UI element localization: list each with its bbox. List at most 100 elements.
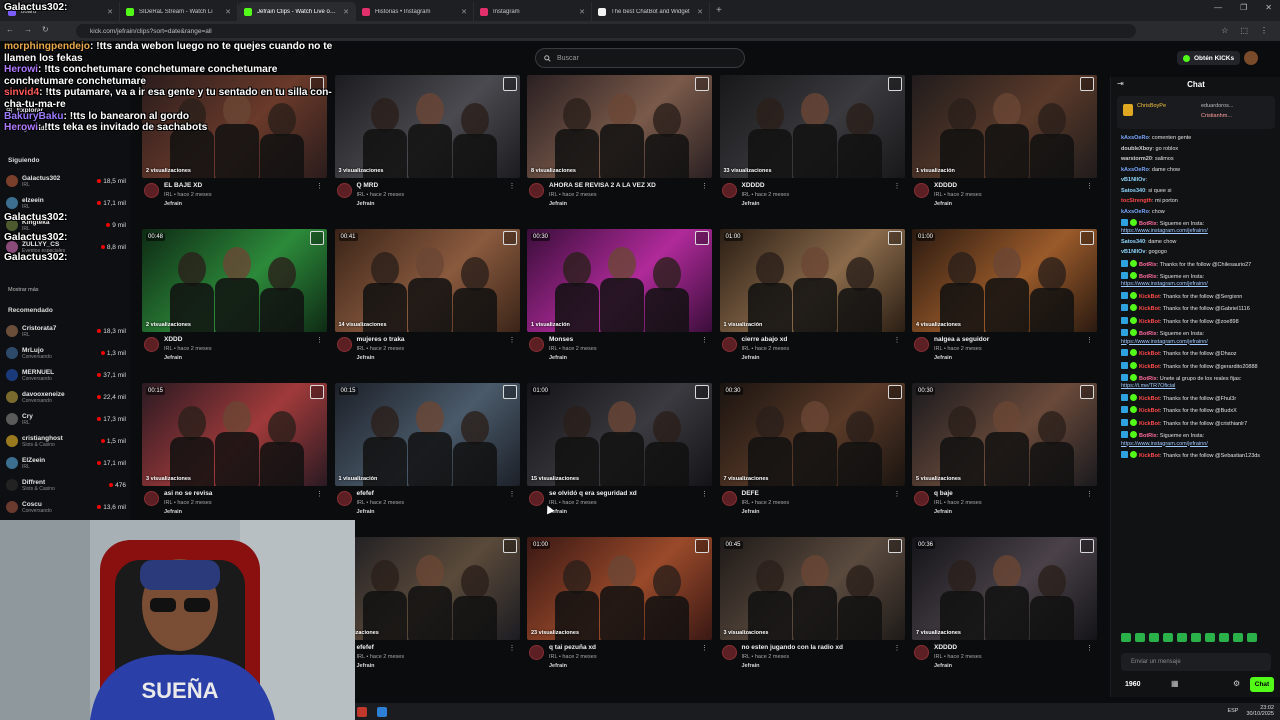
streamer-avatar[interactable] bbox=[721, 183, 737, 198]
sidebar-channel[interactable]: Coscu Conversando 13,6 mil bbox=[6, 498, 126, 516]
clip-title[interactable]: efefef bbox=[357, 644, 374, 651]
clip-more-options-icon[interactable]: ⋮ bbox=[894, 644, 901, 652]
clip-card[interactable]: 00:30 5 visualizaciones q baje IRL • hace 2… bbox=[912, 383, 1097, 523]
new-tab-button[interactable]: + bbox=[716, 5, 722, 16]
clip-select-checkbox[interactable] bbox=[887, 385, 902, 399]
browser-tab[interactable]: Jefrain Clips - Watch Live on K ✕ bbox=[238, 2, 356, 21]
clip-card[interactable]: 01:00 23 visualizaciones q tai pezuña xd IR… bbox=[527, 537, 712, 677]
chat-username[interactable]: KickBot bbox=[1139, 294, 1160, 300]
clip-author[interactable]: Jefrain bbox=[742, 663, 760, 669]
clip-author[interactable]: Jefrain bbox=[357, 201, 375, 207]
chat-username[interactable]: kAxsOeRo bbox=[1121, 135, 1149, 141]
chat-username[interactable]: BotRix bbox=[1139, 262, 1157, 268]
clip-select-checkbox[interactable] bbox=[887, 231, 902, 245]
chat-input[interactable]: Enviar un mensaje bbox=[1121, 653, 1271, 671]
clip-author[interactable]: Jefrain bbox=[357, 509, 375, 515]
streamer-avatar[interactable] bbox=[336, 337, 352, 352]
chat-username[interactable]: BotRix bbox=[1139, 376, 1157, 382]
sidebar-channel[interactable]: davooxeneize Conversando 22,4 mil bbox=[6, 388, 126, 406]
clip-select-checkbox[interactable] bbox=[887, 77, 902, 91]
chat-username[interactable]: KickBot bbox=[1139, 364, 1160, 370]
streamer-avatar[interactable] bbox=[914, 645, 929, 660]
streamer-avatar[interactable] bbox=[336, 491, 352, 506]
minimize-button[interactable]: — bbox=[1214, 3, 1222, 12]
sidebar-channel[interactable]: Cristorata7 IRL 18,3 mil bbox=[6, 322, 126, 340]
clip-more-options-icon[interactable]: ⋮ bbox=[701, 336, 708, 344]
clip-thumbnail[interactable]: 01:00 15 visualizaciones bbox=[527, 383, 712, 486]
chat-username[interactable]: Satos340 bbox=[1121, 188, 1145, 194]
clip-more-options-icon[interactable]: ⋮ bbox=[894, 336, 901, 344]
sidebar-channel[interactable]: ElZeein IRL 17,1 mil bbox=[6, 454, 126, 472]
streamer-avatar[interactable] bbox=[721, 337, 737, 352]
clip-more-options-icon[interactable]: ⋮ bbox=[1086, 490, 1093, 498]
chat-username[interactable]: kAxsOeRo bbox=[1121, 209, 1149, 215]
clip-card[interactable]: 8 visualizaciones AHORA SE REVISA 2 A LA … bbox=[527, 75, 712, 215]
browser-tab[interactable]: The best ChatBot and Widget ✕ bbox=[592, 2, 710, 21]
clip-title[interactable]: XDDDD bbox=[742, 182, 765, 189]
clip-more-options-icon[interactable]: ⋮ bbox=[701, 490, 708, 498]
clip-select-checkbox[interactable] bbox=[502, 231, 517, 245]
chat-link[interactable]: https://www.instagram.com/jefrainn/ bbox=[1121, 339, 1208, 345]
clip-select-checkbox[interactable] bbox=[887, 539, 902, 553]
clip-more-options-icon[interactable]: ⋮ bbox=[1086, 336, 1093, 344]
clip-more-options-icon[interactable]: ⋮ bbox=[701, 644, 708, 652]
browser-tab[interactable]: Historias • Instagram ✕ bbox=[356, 2, 474, 21]
sidebar-channel[interactable]: Cry IRL 17,3 mil bbox=[6, 410, 126, 428]
clip-more-options-icon[interactable]: ⋮ bbox=[701, 182, 708, 190]
clip-select-checkbox[interactable] bbox=[502, 539, 517, 553]
clip-author[interactable]: Jefrain bbox=[357, 663, 375, 669]
clip-select-checkbox[interactable] bbox=[695, 539, 709, 553]
user-avatar[interactable] bbox=[1244, 51, 1258, 65]
clip-more-options-icon[interactable]: ⋮ bbox=[316, 182, 323, 190]
clip-thumbnail[interactable]: 00:30 1 visualización bbox=[527, 229, 712, 332]
clip-thumbnail[interactable]: 00:15 1 visualización bbox=[334, 383, 520, 486]
clip-thumbnail[interactable]: 00:30 7 visualizaciones bbox=[719, 383, 905, 486]
clip-author[interactable]: Jefrain bbox=[934, 509, 952, 515]
taskbar-app-icon[interactable] bbox=[377, 706, 387, 717]
clip-title[interactable]: no esten jugando con la radio xd bbox=[742, 644, 843, 651]
clip-title[interactable]: XDDD bbox=[164, 336, 182, 343]
clip-more-options-icon[interactable]: ⋮ bbox=[509, 182, 516, 190]
forward-icon[interactable]: → bbox=[24, 25, 32, 34]
clip-title[interactable]: XDDDD bbox=[934, 182, 957, 189]
tab-close-icon[interactable]: ✕ bbox=[461, 8, 467, 16]
clip-title[interactable]: q baje bbox=[934, 490, 953, 497]
streamer-avatar[interactable] bbox=[529, 183, 544, 198]
clip-thumbnail[interactable]: 00:48 2 visualizaciones bbox=[142, 229, 327, 332]
clip-author[interactable]: Jefrain bbox=[742, 355, 760, 361]
sidebar-channel[interactable]: MERNUEL Conversando 37,1 mil bbox=[6, 366, 126, 384]
clip-author[interactable]: Jefrain bbox=[549, 201, 567, 207]
chat-username[interactable]: warstorm20 bbox=[1121, 156, 1152, 162]
clip-thumbnail[interactable]: 01:00 23 visualizaciones bbox=[527, 537, 712, 640]
clip-title[interactable]: cierre abajo xd bbox=[742, 336, 788, 343]
clip-more-options-icon[interactable]: ⋮ bbox=[1086, 644, 1093, 652]
clip-thumbnail[interactable]: 3 visualizaciones bbox=[334, 75, 520, 178]
tab-close-icon[interactable]: ✕ bbox=[579, 8, 585, 16]
chat-username[interactable]: BotRix bbox=[1139, 221, 1157, 227]
clip-card[interactable]: 1 visualización XDDDD IRL • hace 2 meses Je… bbox=[912, 75, 1097, 215]
clip-select-checkbox[interactable] bbox=[310, 385, 324, 399]
clip-author[interactable]: Jefrain bbox=[549, 355, 567, 361]
clip-title[interactable]: Q MRD bbox=[357, 182, 379, 189]
sidebar-channel[interactable]: MrLujo Conversando 1,3 mil bbox=[6, 344, 126, 362]
chat-username[interactable]: Satos340 bbox=[1121, 239, 1145, 245]
streamer-avatar[interactable] bbox=[914, 337, 929, 352]
tab-close-icon[interactable]: ✕ bbox=[225, 8, 231, 16]
get-kicks-button[interactable]: Obtén KICKs bbox=[1177, 51, 1241, 65]
clip-thumbnail[interactable]: 1 visualización bbox=[912, 75, 1097, 178]
streamer-avatar[interactable] bbox=[914, 491, 929, 506]
clip-title[interactable]: efefef bbox=[357, 490, 374, 497]
clip-author[interactable]: Jefrain bbox=[164, 355, 182, 361]
clip-thumbnail[interactable]: 8 visualizaciones bbox=[527, 75, 712, 178]
chat-link[interactable]: https://www.instagram.com/jefrainn/ bbox=[1121, 281, 1208, 287]
sidebar-channel[interactable]: cristianghost Slots & Casino 1,5 mil bbox=[6, 432, 126, 450]
streamer-avatar[interactable] bbox=[529, 337, 544, 352]
extensions-icon[interactable]: ⬚ bbox=[1240, 26, 1248, 35]
clip-select-checkbox[interactable] bbox=[502, 385, 517, 399]
chat-username[interactable]: KickBot bbox=[1139, 453, 1160, 459]
clip-thumbnail[interactable]: 33 visualizaciones bbox=[719, 75, 905, 178]
streamer-avatar[interactable] bbox=[721, 491, 737, 506]
clip-more-options-icon[interactable]: ⋮ bbox=[509, 490, 516, 498]
clip-thumbnail[interactable]: 00:41 14 visualizaciones bbox=[334, 229, 520, 332]
streamer-avatar[interactable] bbox=[336, 183, 352, 198]
